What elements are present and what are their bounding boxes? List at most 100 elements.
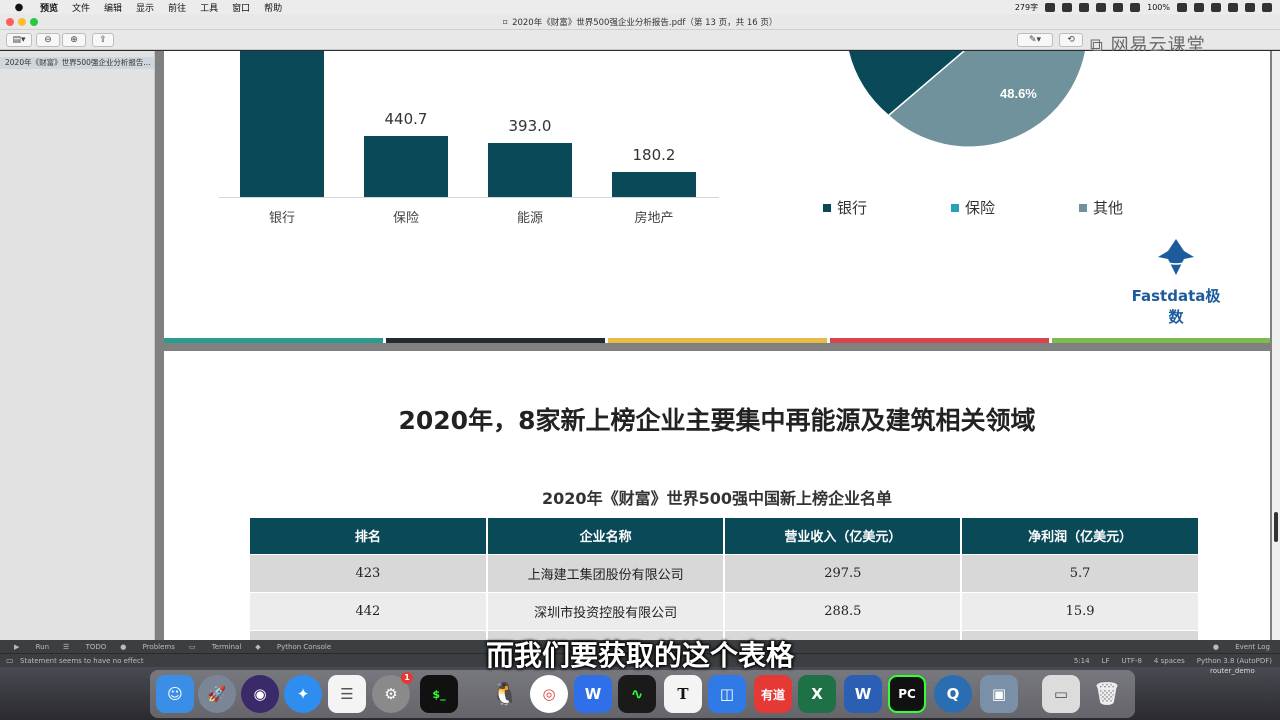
app-store-icon[interactable]: ◫ — [708, 675, 746, 713]
bar-3 — [612, 172, 696, 197]
fastdata-logo: Fastdata极数 — [1126, 237, 1226, 327]
word-icon[interactable]: W — [844, 675, 882, 713]
color-strip-segment — [608, 338, 827, 343]
word-count-indicator[interactable]: 279字 — [1015, 2, 1038, 13]
window-title: 2020年《财富》世界500强企业分析报告.pdf（第 13 页，共 16 页） — [512, 17, 778, 28]
sidebar-icon: ▤▾ — [12, 35, 26, 45]
typora-icon[interactable]: T — [664, 675, 702, 713]
legend-label: 银行 — [837, 199, 868, 217]
wifi-icon[interactable] — [1130, 2, 1141, 12]
table-header-row: 排名 企业名称 营业收入（亿美元） 净利润（亿美元） — [250, 518, 1200, 554]
pen-icon: ✎▾ — [1028, 35, 1042, 45]
rotate-button[interactable]: ⟲ — [1059, 33, 1083, 47]
cell-revenue: 297.5 — [724, 553, 963, 592]
column-header-profit: 净利润（亿美元） — [961, 518, 1200, 554]
zoom-in-button[interactable]: ⊕ — [62, 33, 86, 47]
color-strip-segment — [1052, 338, 1270, 343]
tray-app-icon[interactable] — [1113, 2, 1124, 12]
safari-icon[interactable]: ✦ — [284, 675, 322, 713]
table-title: 2020年《财富》世界500强中国新上榜企业名单 — [542, 489, 892, 508]
zoom-window-icon[interactable] — [30, 18, 38, 26]
table-row: 423 上海建工集团股份有限公司 297.5 5.7 — [250, 553, 1200, 592]
share-button[interactable]: ⇪ — [92, 33, 114, 47]
bar-category-label: 能源 — [516, 211, 543, 226]
sidebar-toggle-button[interactable]: ▤▾ — [6, 33, 32, 47]
wps-icon[interactable]: W — [574, 675, 612, 713]
legend-label: 其他 — [1093, 199, 1124, 217]
menu-view[interactable]: 显示 — [136, 1, 154, 14]
scrollbar-thumb[interactable] — [1274, 512, 1278, 542]
share-icon: ⇪ — [99, 35, 107, 45]
battery-percentage[interactable]: 100% — [1147, 3, 1170, 12]
zoom-in-icon: ⊕ — [70, 35, 78, 45]
excel-icon[interactable]: X — [798, 675, 836, 713]
reminders-icon[interactable]: ☰ — [328, 675, 366, 713]
qq-icon[interactable]: 🐧 — [486, 675, 524, 713]
menu-app-name[interactable]: 预览 — [40, 1, 58, 14]
column-header-revenue: 营业收入（亿美元） — [724, 518, 963, 554]
cell-rank: 442 — [250, 591, 488, 630]
preview-toolbar: ▤▾ ⊖ ⊕ ⇪ ✎▾ ⟲ — [0, 30, 1280, 50]
activity-monitor-icon[interactable]: ∿ — [618, 675, 656, 713]
menu-help[interactable]: 帮助 — [264, 1, 282, 14]
legend-item-other: 其他 — [1079, 197, 1123, 218]
siri-icon[interactable] — [1245, 2, 1255, 12]
cell-company: 深圳市投资控股有限公司 — [486, 591, 726, 630]
clock-icon[interactable] — [1211, 2, 1221, 12]
cell-profit: 5.7 — [961, 553, 1200, 592]
close-window-icon[interactable] — [6, 18, 14, 26]
column-header-company: 企业名称 — [486, 518, 726, 554]
menu-edit[interactable]: 编辑 — [104, 1, 122, 14]
bar-category-label: 银行 — [268, 211, 295, 226]
battery-icon[interactable] — [1177, 2, 1187, 12]
siri-icon[interactable]: ◉ — [241, 675, 279, 713]
pycharm-icon[interactable]: PC — [888, 675, 926, 713]
spotlight-icon[interactable] — [1228, 2, 1238, 12]
pdf-page: 银行 440.7 保险 393.0 能源 180.2 房地产 48.6% 银行 保险 其他 — [164, 51, 1270, 343]
window-controls — [6, 18, 38, 26]
thumbnail-sidebar: 2020年《财富》世界500强企业分析报告... — [0, 51, 155, 640]
youdao-icon[interactable]: 有道 — [754, 675, 792, 713]
zoom-out-button[interactable]: ⊖ — [36, 33, 60, 47]
video-subtitle: 而我们要获取的这个表格 — [485, 639, 794, 672]
color-strip-segment — [830, 338, 1049, 343]
tray-app-icon[interactable] — [1045, 2, 1056, 12]
menu-go[interactable]: 前往 — [168, 1, 186, 14]
bar-category-label: 保险 — [392, 211, 419, 226]
document-scrollbar[interactable] — [1272, 51, 1280, 640]
zoom-out-icon: ⊖ — [44, 35, 52, 45]
markup-button[interactable]: ✎▾ — [1017, 33, 1053, 47]
terminal-icon[interactable]: $_ — [420, 675, 458, 713]
document-view[interactable]: 银行 440.7 保险 393.0 能源 180.2 房地产 48.6% 银行 保险 其他 — [155, 51, 1272, 640]
menu-list-icon[interactable] — [1262, 2, 1272, 12]
chrome-icon[interactable]: ◎ — [530, 675, 568, 713]
legend-swatch — [1079, 203, 1087, 212]
menu-file[interactable]: 文件 — [72, 1, 90, 14]
status-tray: 279字 100% — [1015, 0, 1272, 14]
column-header-rank: 排名 — [250, 518, 488, 554]
bar-1 — [364, 136, 448, 197]
quicktime-icon[interactable]: Q — [934, 675, 972, 713]
legend-swatch — [823, 203, 831, 212]
legend-label: 保险 — [965, 199, 996, 217]
menu-tools[interactable]: 工具 — [200, 1, 218, 14]
chart-x-axis — [219, 197, 719, 198]
fastdata-logo-icon — [1158, 239, 1194, 275]
trash-icon[interactable]: 🗑 — [1088, 675, 1126, 713]
cell-company: 上海建工集团股份有限公司 — [486, 553, 726, 592]
minimize-window-icon[interactable] — [18, 18, 26, 26]
control-center-icon[interactable] — [1194, 2, 1204, 12]
finder-icon[interactable]: ☺ — [156, 675, 194, 713]
apple-menu-icon[interactable]: ● — [12, 2, 26, 13]
sidebar-document-item[interactable]: 2020年《财富》世界500强企业分析报告... — [0, 57, 154, 69]
tray-app-icon[interactable] — [1062, 2, 1073, 12]
launchpad-icon[interactable]: 🚀 — [198, 675, 236, 713]
bar-category-label: 房地产 — [634, 211, 674, 226]
system-preferences-icon[interactable]: ⚙ 1 — [372, 672, 413, 713]
downloads-stack-icon[interactable]: ▭ — [1042, 675, 1080, 713]
tray-app-icon[interactable] — [1096, 2, 1107, 12]
menu-window[interactable]: 窗口 — [232, 1, 250, 14]
legend-swatch — [951, 203, 959, 212]
tray-app-icon[interactable] — [1079, 2, 1090, 12]
preview-icon[interactable]: ▣ — [980, 675, 1018, 713]
